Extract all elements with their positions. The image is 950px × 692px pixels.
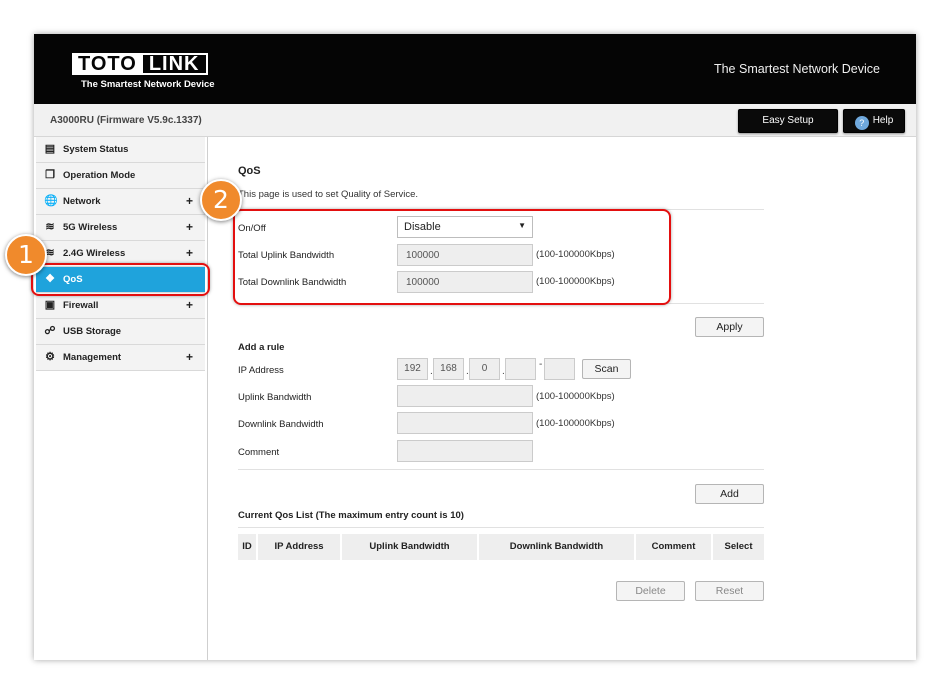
- apply-button[interactable]: Apply: [695, 317, 764, 337]
- column-header-ip: IP Address: [258, 534, 342, 560]
- sidebar-item-label: Firewall: [63, 300, 99, 311]
- add-rule-heading: Add a rule: [238, 342, 285, 353]
- expand-icon: +: [185, 246, 193, 260]
- globe-icon: 🌐: [44, 195, 58, 207]
- add-button[interactable]: Add: [695, 484, 764, 504]
- lock-icon: ▣: [44, 299, 56, 311]
- sidebar-item-label: 2.4G Wireless: [63, 248, 126, 259]
- sidebar-item-label: Network: [63, 196, 101, 207]
- reset-button[interactable]: Reset: [695, 581, 764, 601]
- monitor-icon: ▤: [44, 143, 56, 155]
- expand-icon: +: [185, 298, 193, 312]
- column-header-comment: Comment: [636, 534, 713, 560]
- sidebar-item-label: System Status: [63, 144, 129, 155]
- usb-icon: ☍: [44, 325, 56, 337]
- qos-list-heading: Current Qos List (The maximum entry coun…: [238, 510, 464, 521]
- step-badge-2: 2: [200, 179, 242, 221]
- sidebar-item-firewall[interactable]: ▣ Firewall +: [36, 293, 205, 319]
- page-title: QoS: [238, 165, 261, 177]
- logo-text-right: LINK: [142, 53, 208, 75]
- ip-range-dash: -: [539, 359, 543, 370]
- expand-icon: +: [185, 350, 193, 364]
- sidebar-item-label: Operation Mode: [63, 170, 136, 181]
- ip-octet-1-input[interactable]: 192: [397, 358, 428, 380]
- ip-octet-2-input[interactable]: 168: [433, 358, 464, 380]
- divider: [238, 469, 764, 470]
- column-header-id: ID: [238, 534, 258, 560]
- wifi-icon: ≋: [45, 221, 55, 233]
- sidebar-item-usb-storage[interactable]: ☍ USB Storage: [36, 319, 205, 345]
- totolink-logo: TOTO LINK The Smartest Network Device: [72, 53, 220, 90]
- scan-button[interactable]: Scan: [582, 359, 631, 379]
- downlink-bandwidth-input[interactable]: [397, 412, 533, 434]
- ip-octet-3-input[interactable]: 0: [469, 358, 500, 380]
- header-tagline: The Smartest Network Device: [713, 62, 880, 76]
- page-description: This page is used to set Quality of Serv…: [238, 189, 419, 200]
- help-icon: ?: [854, 116, 869, 130]
- ip-address-label: IP Address: [238, 365, 284, 376]
- logo-tagline: The Smartest Network Device: [81, 79, 215, 90]
- highlight-qos-settings: [233, 209, 671, 305]
- sidebar-item-label: USB Storage: [63, 326, 122, 337]
- sidebar-item-label: Management: [63, 352, 122, 363]
- logo-text-left: TOTO: [72, 53, 143, 75]
- ip-range-end-input[interactable]: [544, 358, 575, 380]
- uplink-bandwidth-label: Uplink Bandwidth: [238, 392, 312, 403]
- column-header-downlink: Downlink Bandwidth: [479, 534, 636, 560]
- ip-octet-4-input[interactable]: [505, 358, 536, 380]
- comment-input[interactable]: [397, 440, 533, 462]
- firmware-version: A3000RU (Firmware V5.9c.1337): [50, 115, 202, 126]
- help-label: Help: [872, 115, 894, 126]
- sidebar-item-5g-wireless[interactable]: ≋ 5G Wireless +: [36, 215, 205, 241]
- highlight-qos-menu: [31, 263, 210, 296]
- qos-list-table-header: ID IP Address Uplink Bandwidth Downlink …: [238, 534, 764, 560]
- delete-button[interactable]: Delete: [616, 581, 685, 601]
- sidebar-menu: ▤ System Status ❐ Operation Mode 🌐 Netwo…: [34, 137, 208, 660]
- step-badge-1: 1: [5, 234, 47, 276]
- copy-icon: ❐: [45, 169, 55, 181]
- comment-label: Comment: [238, 447, 280, 458]
- uplink-range-hint: (100-100000Kbps): [536, 391, 615, 402]
- gear-icon: ⚙: [45, 351, 55, 363]
- help-button[interactable]: ? Help: [843, 109, 905, 133]
- sub-header-bar: A3000RU (Firmware V5.9c.1337) Easy Setup…: [34, 104, 916, 137]
- uplink-bandwidth-input[interactable]: [397, 385, 533, 407]
- downlink-bandwidth-label: Downlink Bandwidth: [238, 419, 324, 430]
- sidebar-item-network[interactable]: 🌐 Network +: [36, 189, 205, 215]
- divider: [238, 527, 764, 528]
- sidebar-item-label: 5G Wireless: [63, 222, 118, 233]
- easy-setup-button[interactable]: Easy Setup: [738, 109, 838, 133]
- column-header-uplink: Uplink Bandwidth: [342, 534, 479, 560]
- column-header-select: Select: [713, 534, 764, 560]
- header-bar: TOTO LINK The Smartest Network Device Th…: [34, 34, 916, 104]
- router-admin-window: TOTO LINK The Smartest Network Device Th…: [34, 34, 916, 660]
- sidebar-item-system-status[interactable]: ▤ System Status: [36, 137, 205, 163]
- expand-icon: +: [185, 194, 193, 208]
- downlink-range-hint: (100-100000Kbps): [536, 418, 615, 429]
- sidebar-item-operation-mode[interactable]: ❐ Operation Mode: [36, 163, 205, 189]
- expand-icon: +: [185, 220, 193, 234]
- sidebar-item-management[interactable]: ⚙ Management +: [36, 345, 205, 371]
